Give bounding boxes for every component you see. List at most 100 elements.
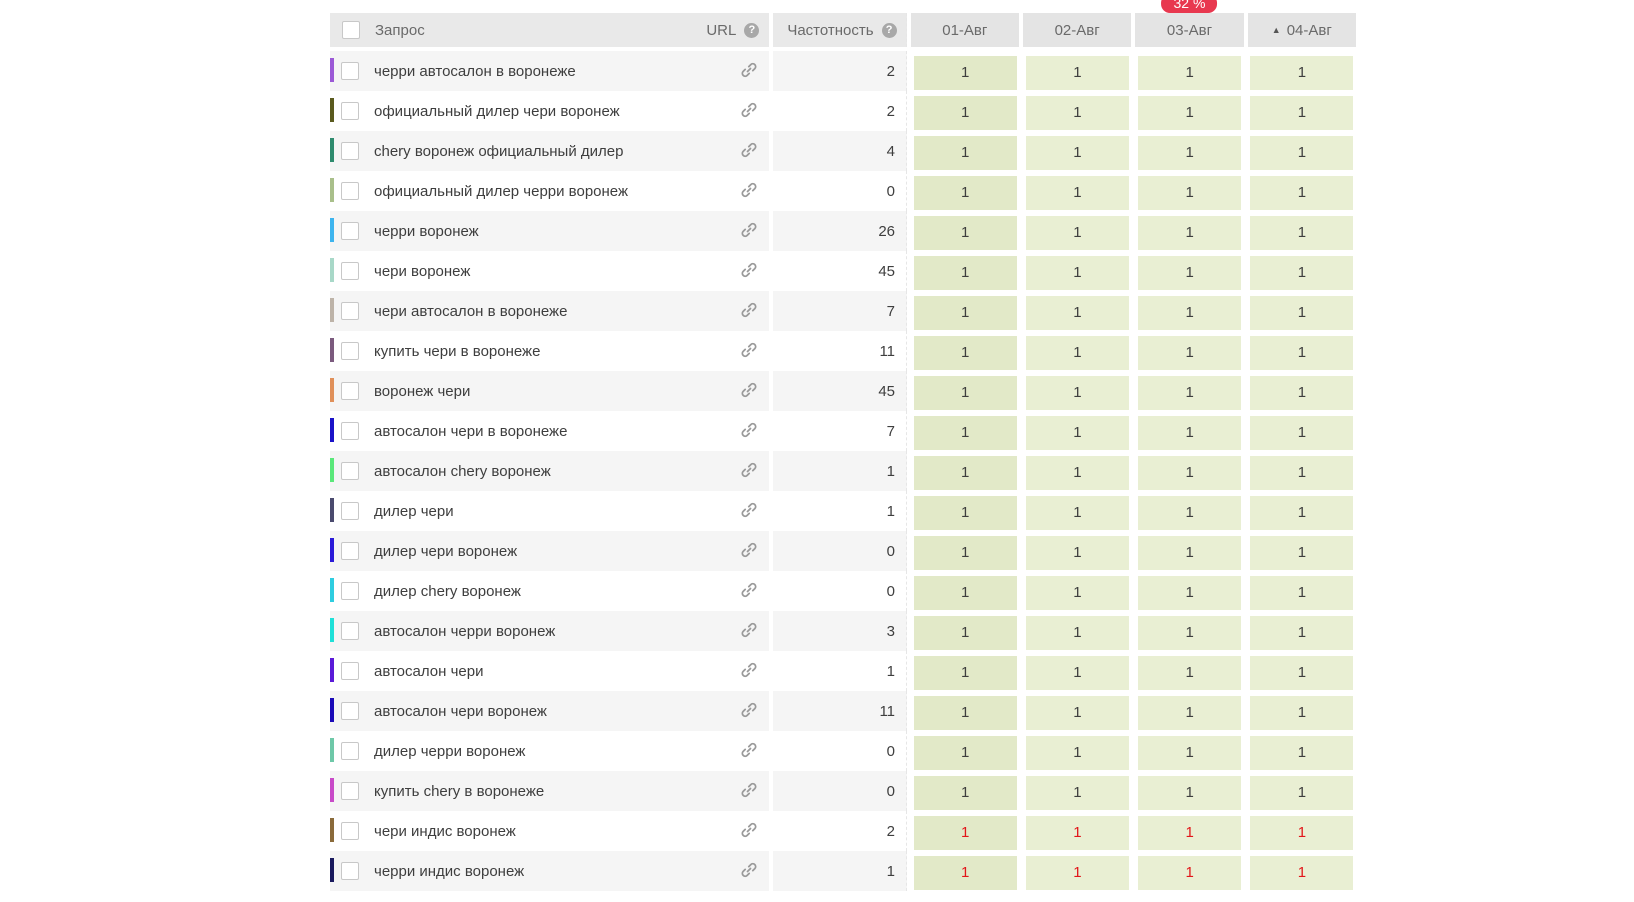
table-row[interactable]: черри автосалон в воронеже 2 1 1 1 1 bbox=[330, 51, 1356, 91]
position-value: 1 bbox=[1025, 95, 1129, 130]
query-cell: автосалон чери bbox=[330, 651, 769, 691]
table-row[interactable]: черри воронеж 26 1 1 1 1 bbox=[330, 211, 1356, 251]
frequency-column-header[interactable]: Частотность ? bbox=[773, 13, 907, 47]
table-row[interactable]: автосалон чери 1 1 1 1 1 bbox=[330, 651, 1356, 691]
row-checkbox[interactable] bbox=[341, 582, 359, 600]
row-checkbox[interactable] bbox=[341, 222, 359, 240]
table-row[interactable]: официальный дилер черри воронеж 0 1 1 1 1 bbox=[330, 171, 1356, 211]
position-value: 1 bbox=[1138, 735, 1242, 770]
select-all-checkbox[interactable] bbox=[342, 21, 360, 39]
table-row[interactable]: автосалон черри воронеж 3 1 1 1 1 bbox=[330, 611, 1356, 651]
position-cell: 1 bbox=[911, 571, 1019, 611]
table-row[interactable]: дилер чери воронеж 0 1 1 1 1 bbox=[330, 531, 1356, 571]
query-column-header[interactable]: Запрос URL ? bbox=[330, 13, 770, 47]
table-row[interactable]: официальный дилер чери воронеж 2 1 1 1 1 bbox=[330, 91, 1356, 131]
link-icon[interactable] bbox=[739, 660, 759, 680]
position-value: 1 bbox=[1025, 495, 1129, 530]
link-icon[interactable] bbox=[739, 180, 759, 200]
row-checkbox[interactable] bbox=[341, 422, 359, 440]
link-icon[interactable] bbox=[739, 60, 759, 80]
position-value: 1 bbox=[1025, 255, 1129, 290]
row-checkbox[interactable] bbox=[341, 62, 359, 80]
day-column-header[interactable]: 02-Авг bbox=[1022, 13, 1132, 47]
query-text: официальный дилер чери воронеж bbox=[374, 102, 620, 120]
day-column-header-sorted[interactable]: ▲ 04-Авг bbox=[1247, 13, 1356, 47]
row-checkbox[interactable] bbox=[341, 182, 359, 200]
table-row[interactable]: чери воронеж 45 1 1 1 1 bbox=[330, 251, 1356, 291]
day-header-label: 03-Авг bbox=[1166, 21, 1213, 39]
position-value: 1 bbox=[913, 175, 1017, 210]
link-icon[interactable] bbox=[739, 420, 759, 440]
link-icon[interactable] bbox=[739, 460, 759, 480]
table-row[interactable]: чери автосалон в воронеже 7 1 1 1 1 bbox=[330, 291, 1356, 331]
table-row[interactable]: дилер чери 1 1 1 1 1 bbox=[330, 491, 1356, 531]
position-value: 1 bbox=[913, 255, 1017, 290]
link-icon[interactable] bbox=[739, 500, 759, 520]
table-row[interactable]: автосалон чери воронеж 11 1 1 1 1 bbox=[330, 691, 1356, 731]
table-row[interactable]: купить chery в воронеже 0 1 1 1 1 bbox=[330, 771, 1356, 811]
link-icon[interactable] bbox=[739, 100, 759, 120]
link-icon[interactable] bbox=[739, 620, 759, 640]
url-column-header[interactable]: URL ? bbox=[706, 22, 760, 39]
position-value: 1 bbox=[1025, 615, 1129, 650]
link-icon[interactable] bbox=[739, 780, 759, 800]
row-checkbox[interactable] bbox=[341, 822, 359, 840]
row-checkbox[interactable] bbox=[341, 262, 359, 280]
table-row[interactable]: чери индис воронеж 2 1 1 1 1 bbox=[330, 811, 1356, 851]
link-icon[interactable] bbox=[739, 300, 759, 320]
day-column-header[interactable]: 01-Авг bbox=[910, 13, 1019, 47]
position-value: 1 bbox=[913, 455, 1017, 490]
query-cell: чери воронеж bbox=[330, 251, 769, 291]
row-checkbox[interactable] bbox=[341, 662, 359, 680]
position-value: 1 bbox=[913, 335, 1017, 370]
row-checkbox[interactable] bbox=[341, 742, 359, 760]
link-icon[interactable] bbox=[739, 820, 759, 840]
help-icon[interactable]: ? bbox=[744, 22, 760, 38]
row-checkbox[interactable] bbox=[341, 622, 359, 640]
position-cell: 1 bbox=[1136, 651, 1244, 691]
row-checkbox[interactable] bbox=[341, 782, 359, 800]
row-checkbox[interactable] bbox=[341, 542, 359, 560]
help-icon[interactable]: ? bbox=[881, 22, 897, 38]
row-checkbox[interactable] bbox=[341, 142, 359, 160]
table-row[interactable]: черри индис воронеж 1 1 1 1 1 bbox=[330, 851, 1356, 891]
position-cell: 1 bbox=[1136, 731, 1244, 771]
position-cell: 1 bbox=[1248, 491, 1356, 531]
link-icon[interactable] bbox=[739, 340, 759, 360]
position-cell: 1 bbox=[1248, 571, 1356, 611]
table-row[interactable]: дилер черри воронеж 0 1 1 1 1 bbox=[330, 731, 1356, 771]
row-checkbox[interactable] bbox=[341, 102, 359, 120]
link-icon[interactable] bbox=[739, 380, 759, 400]
frequency-value: 1 bbox=[886, 662, 896, 680]
position-value: 1 bbox=[913, 295, 1017, 330]
link-icon[interactable] bbox=[739, 220, 759, 240]
table-row[interactable]: купить чери в воронеже 11 1 1 1 1 bbox=[330, 331, 1356, 371]
row-checkbox[interactable] bbox=[341, 502, 359, 520]
row-checkbox[interactable] bbox=[341, 302, 359, 320]
row-checkbox[interactable] bbox=[341, 382, 359, 400]
link-icon[interactable] bbox=[739, 140, 759, 160]
link-icon[interactable] bbox=[739, 260, 759, 280]
table-row[interactable]: chery воронеж официальный дилер 4 1 1 1 1 bbox=[330, 131, 1356, 171]
position-value: 1 bbox=[913, 735, 1017, 770]
link-icon[interactable] bbox=[739, 540, 759, 560]
table-row[interactable]: автосалон чери в воронеже 7 1 1 1 1 bbox=[330, 411, 1356, 451]
position-value: 1 bbox=[1250, 255, 1354, 290]
position-value: 1 bbox=[913, 815, 1017, 850]
row-checkbox[interactable] bbox=[341, 342, 359, 360]
table-row[interactable]: воронеж чери 45 1 1 1 1 bbox=[330, 371, 1356, 411]
row-checkbox[interactable] bbox=[341, 862, 359, 880]
frequency-cell: 1 bbox=[772, 491, 908, 531]
link-icon[interactable] bbox=[739, 580, 759, 600]
frequency-value: 11 bbox=[879, 342, 896, 360]
row-checkbox[interactable] bbox=[341, 462, 359, 480]
link-icon[interactable] bbox=[739, 740, 759, 760]
row-checkbox[interactable] bbox=[341, 702, 359, 720]
table-row[interactable]: автосалон chery воронеж 1 1 1 1 1 bbox=[330, 451, 1356, 491]
series-color-marker bbox=[330, 538, 334, 562]
day-column-header[interactable]: 32 % 03-Авг bbox=[1135, 0, 1244, 47]
link-icon[interactable] bbox=[739, 700, 759, 720]
position-value: 1 bbox=[1250, 295, 1354, 330]
table-row[interactable]: дилер chery воронеж 0 1 1 1 1 bbox=[330, 571, 1356, 611]
link-icon[interactable] bbox=[739, 860, 759, 880]
